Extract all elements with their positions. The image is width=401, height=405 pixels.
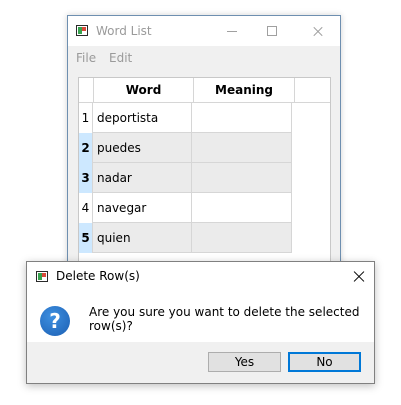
close-icon[interactable] [350,267,368,285]
minimize-icon[interactable] [222,21,242,41]
cell-meaning[interactable] [192,193,292,223]
menu-bar: File Edit [68,47,340,67]
table-row[interactable]: 2 puedes [79,133,330,163]
row-header[interactable]: 4 [79,193,93,223]
table-row[interactable]: 1 deportista [79,103,330,133]
yes-button[interactable]: Yes [208,352,281,372]
dialog-button-bar: Yes No [27,342,374,383]
table-row[interactable]: 5 quien [79,223,330,253]
cell-meaning[interactable] [192,133,292,163]
column-header-word[interactable]: Word [94,78,194,102]
window-titlebar[interactable]: Word List [68,16,340,46]
table-row[interactable]: 3 nadar [79,163,330,193]
dialog-titlebar[interactable]: Delete Row(s) [27,262,374,292]
cell-meaning[interactable] [192,103,292,133]
cell-word[interactable]: puedes [93,133,192,163]
table-header: Word Meaning [79,78,330,103]
menu-edit[interactable]: Edit [109,51,132,65]
window-title: Word List [96,24,152,38]
menu-file[interactable]: File [76,51,96,65]
dialog-message: Are you sure you want to delete the sele… [89,305,360,333]
cell-word[interactable]: deportista [93,103,192,133]
no-button[interactable]: No [288,352,361,372]
row-header[interactable]: 2 [79,133,93,163]
maximize-icon[interactable] [262,21,282,41]
column-header-meaning[interactable]: Meaning [194,78,295,102]
question-icon: ? [40,306,70,336]
cell-meaning[interactable] [192,163,292,193]
cell-meaning[interactable] [192,223,292,253]
row-header[interactable]: 3 [79,163,93,193]
row-header[interactable]: 5 [79,223,93,253]
cell-word[interactable]: navegar [93,193,192,223]
row-header[interactable]: 1 [79,103,93,133]
table-corner[interactable] [79,78,94,102]
delete-rows-dialog: Delete Row(s) ? Are you sure you want to… [26,261,375,384]
dialog-title: Delete Row(s) [56,269,140,283]
app-icon [76,25,88,36]
table-rows: 1 deportista 2 puedes 3 nadar 4 navegar … [79,103,330,253]
app-icon [36,271,48,282]
cell-word[interactable]: nadar [93,163,192,193]
table-row[interactable]: 4 navegar [79,193,330,223]
close-icon[interactable] [308,21,328,41]
cell-word[interactable]: quien [93,223,192,253]
